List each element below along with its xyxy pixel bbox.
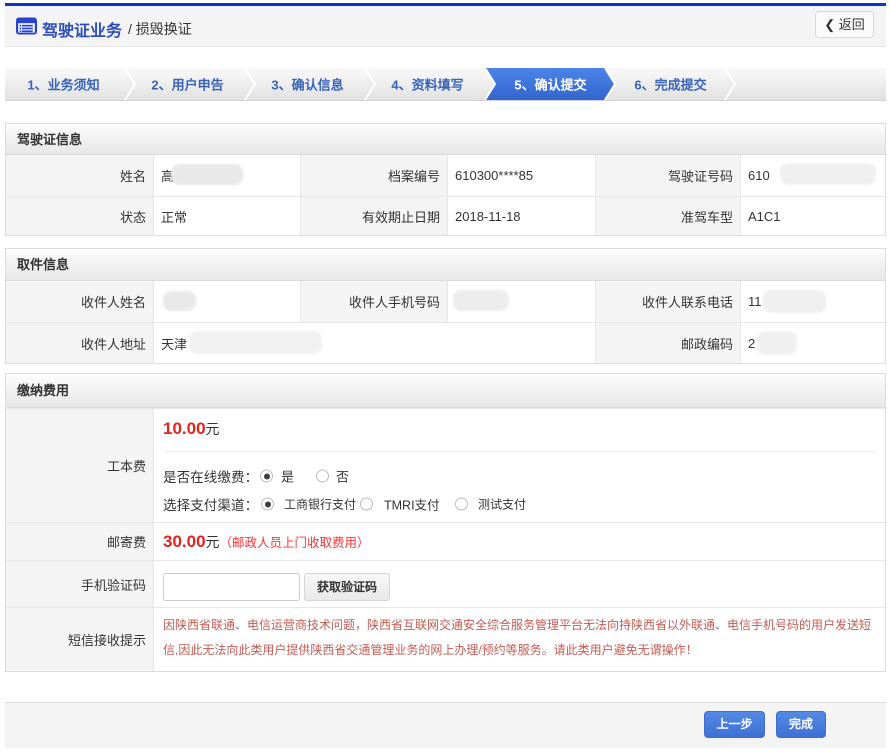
svg-text:6、完成提交: 6、完成提交: [634, 78, 706, 93]
svg-text:1、业务须知: 1、业务须知: [27, 78, 99, 93]
svg-text:4、资料填写: 4、资料填写: [391, 78, 463, 93]
svg-text:5、确认提交: 5、确认提交: [514, 78, 586, 93]
svg-text:3、确认信息: 3、确认信息: [271, 78, 343, 93]
svg-text:2、用户申告: 2、用户申告: [151, 78, 223, 93]
